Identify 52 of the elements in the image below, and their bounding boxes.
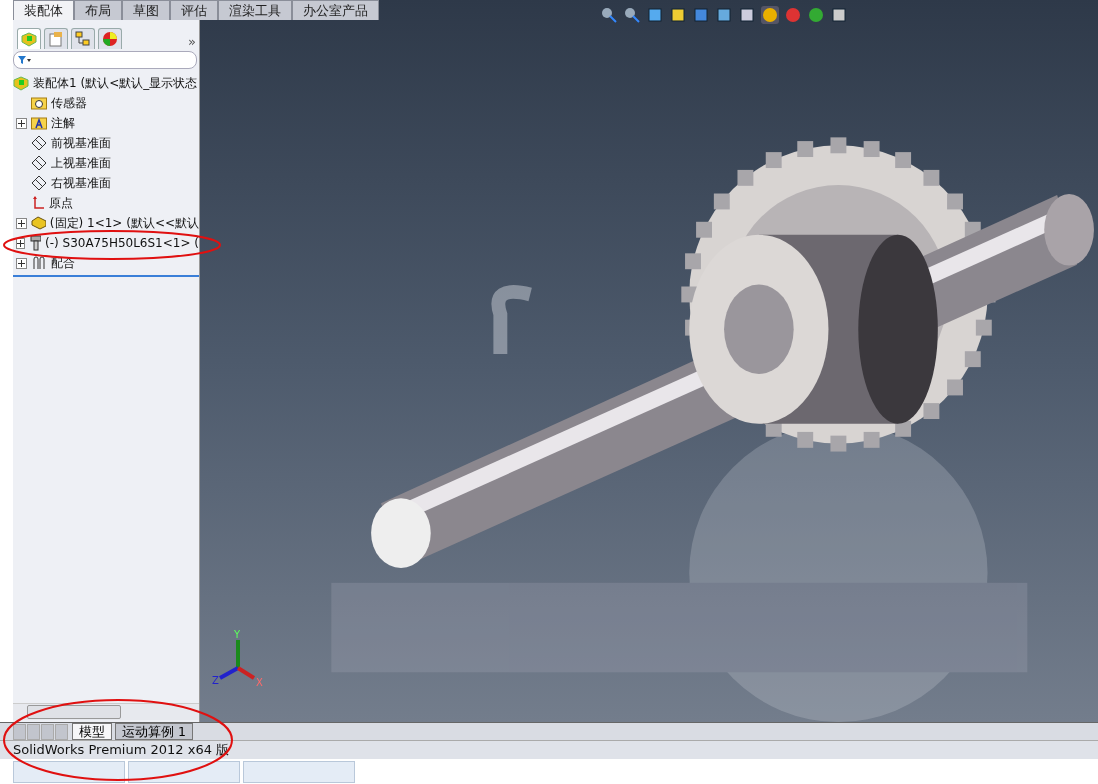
tree-item[interactable]: 传感器 [51, 94, 87, 112]
hierarchy-icon [75, 31, 91, 47]
filter-icon [17, 55, 31, 65]
status-text: SolidWorks Premium 2012 x64 版 [0, 740, 1098, 759]
plane-icon [31, 135, 47, 151]
part-icon [30, 216, 46, 230]
tree-item[interactable]: 上视基准面 [51, 154, 111, 172]
sensor-folder-icon [31, 96, 47, 110]
ribbon-tab[interactable]: 布局 [74, 0, 122, 20]
expand-toggle[interactable] [16, 117, 27, 129]
tree-item[interactable]: 装配体1 (默认<默认_显示状态 [33, 74, 198, 92]
expand-toggle[interactable] [16, 257, 27, 269]
tree-item[interactable]: (固定) 1<1> (默认<<默认 [49, 214, 199, 232]
bottom-tab[interactable]: 模型 [72, 723, 112, 740]
tree-item[interactable]: 右视基准面 [51, 174, 111, 192]
expand-toggle[interactable] [16, 217, 27, 229]
plane-icon [31, 175, 47, 191]
panel-tab[interactable] [17, 28, 41, 49]
taskbar-item[interactable] [13, 761, 125, 783]
plane-icon [31, 155, 47, 171]
horizontal-scrollbar[interactable] [13, 703, 199, 720]
property-sheet-icon [48, 31, 64, 47]
panel-tab[interactable] [71, 28, 95, 49]
ribbon-tab[interactable]: 渲染工具 [218, 0, 292, 20]
panel-tab[interactable] [98, 28, 122, 49]
color-ball-icon [102, 31, 118, 47]
assembly-icon [13, 75, 29, 91]
ribbon-tab[interactable]: 评估 [170, 0, 218, 20]
ribbon-tab[interactable]: 办公室产品 [292, 0, 379, 20]
tree-item[interactable]: 前视基准面 [51, 134, 111, 152]
ribbon-tab[interactable]: 草图 [122, 0, 170, 20]
tree-item[interactable]: 注解 [51, 114, 75, 132]
origin-icon [31, 195, 45, 211]
axis-label: X [256, 677, 263, 688]
panel-tab[interactable] [44, 28, 68, 49]
more-tabs-chevron[interactable]: » [188, 34, 196, 49]
taskbar-item[interactable] [128, 761, 240, 783]
zoom-area-icon[interactable] [623, 6, 641, 24]
ribbon-tab[interactable]: 装配体 [13, 0, 74, 20]
assembly-icon [21, 31, 37, 47]
tree-item[interactable]: 配合 [51, 254, 75, 272]
expand-toggle[interactable] [16, 237, 26, 249]
bottom-tab[interactable]: 运动算例 1 [115, 723, 193, 740]
bolt-icon [29, 235, 41, 251]
annotation-folder-icon [31, 116, 47, 130]
zoom-fit-icon[interactable] [600, 6, 618, 24]
tree-item[interactable]: 原点 [49, 194, 73, 212]
axis-label: Y [234, 629, 241, 640]
paperclip-icon [31, 255, 47, 271]
filter-field[interactable] [13, 51, 197, 69]
tree-item[interactable]: (-) S30A75H50L6S1<1> ( [45, 236, 199, 250]
axis-label: Z [212, 675, 219, 686]
